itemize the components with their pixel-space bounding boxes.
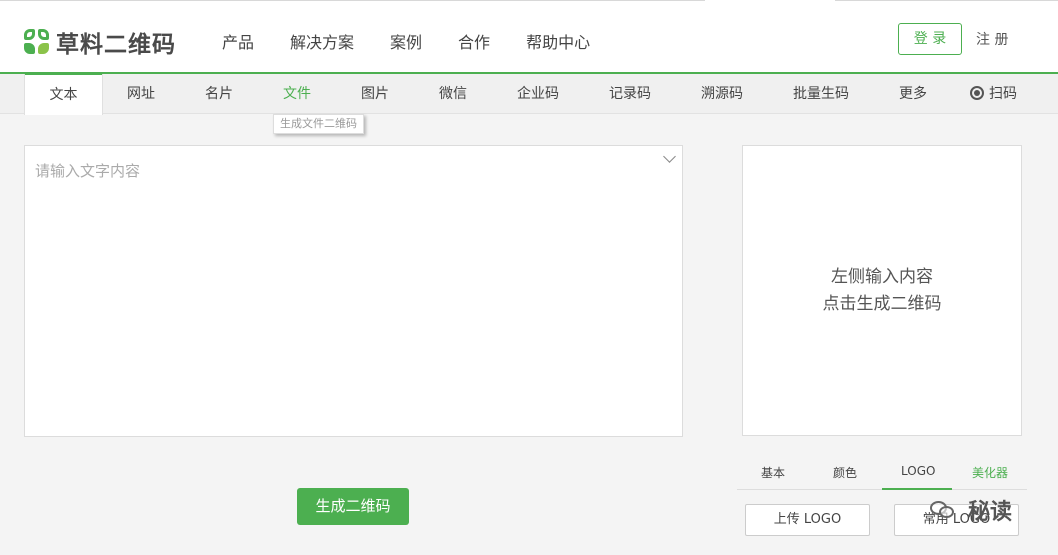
tab-scan[interactable]: 扫码 — [970, 74, 1017, 114]
header-notch — [705, 0, 835, 2]
qr-preview-panel: 左侧输入内容 点击生成二维码 — [742, 145, 1022, 436]
site-logo[interactable]: 草料二维码 — [24, 25, 176, 59]
logo-icon — [24, 29, 50, 55]
generate-qr-button[interactable]: 生成二维码 — [297, 488, 409, 525]
tab-scan-label: 扫码 — [989, 86, 1017, 102]
code-type-tabs: 文本 网址 名片 文件 图片 微信 企业码 记录码 溯源码 批量生码 更多 扫码 — [0, 73, 1058, 115]
style-tabs: 基本 颜色 LOGO 美化器 — [737, 458, 1027, 490]
nav-item-solutions[interactable]: 解决方案 — [290, 29, 354, 53]
style-tab-active-indicator — [882, 488, 952, 490]
logo-text: 草料二维码 — [56, 32, 176, 58]
top-header: 草料二维码 产品 解决方案 案例 合作 帮助中心 登 录 注 册 — [0, 0, 1058, 74]
tab-file[interactable]: 文件 — [283, 74, 311, 114]
scan-icon — [970, 86, 984, 100]
tab-record-code[interactable]: 记录码 — [609, 74, 651, 114]
file-tab-tooltip: 生成文件二维码 — [273, 114, 364, 134]
style-tab-beautifier[interactable]: 美化器 — [972, 464, 1008, 481]
active-tab-indicator — [25, 73, 102, 75]
watermark: 秘读 — [930, 494, 1012, 526]
tab-url[interactable]: 网址 — [127, 74, 155, 114]
nav-item-cases[interactable]: 案例 — [390, 29, 422, 53]
wechat-icon — [930, 499, 958, 521]
upload-logo-button[interactable]: 上传 LOGO — [745, 504, 870, 536]
tab-wechat[interactable]: 微信 — [439, 74, 467, 114]
register-link[interactable]: 注 册 — [976, 29, 1008, 49]
nav-item-cooperation[interactable]: 合作 — [458, 29, 490, 53]
tab-more[interactable]: 更多 — [899, 74, 927, 114]
tab-image[interactable]: 图片 — [361, 74, 389, 114]
tab-business-card[interactable]: 名片 — [205, 74, 233, 114]
tab-enterprise-code[interactable]: 企业码 — [517, 74, 559, 114]
tab-text[interactable]: 文本 — [24, 73, 103, 115]
text-editor — [24, 145, 683, 437]
preview-hint-line1: 左侧输入内容 — [831, 266, 933, 287]
content-textarea[interactable] — [25, 146, 682, 436]
preview-hint-line2: 点击生成二维码 — [822, 293, 942, 314]
tab-batch-generate[interactable]: 批量生码 — [793, 74, 849, 114]
main-nav: 产品 解决方案 案例 合作 帮助中心 — [222, 29, 626, 53]
nav-item-products[interactable]: 产品 — [222, 29, 254, 53]
tab-label: 文本 — [49, 87, 78, 103]
login-button[interactable]: 登 录 — [898, 23, 962, 55]
style-tab-basic[interactable]: 基本 — [761, 464, 785, 481]
tab-trace-code[interactable]: 溯源码 — [701, 74, 743, 114]
style-tab-logo[interactable]: LOGO — [901, 464, 935, 478]
nav-item-help[interactable]: 帮助中心 — [526, 29, 590, 53]
style-tab-color[interactable]: 颜色 — [833, 464, 857, 481]
watermark-text: 秘读 — [968, 500, 1013, 525]
